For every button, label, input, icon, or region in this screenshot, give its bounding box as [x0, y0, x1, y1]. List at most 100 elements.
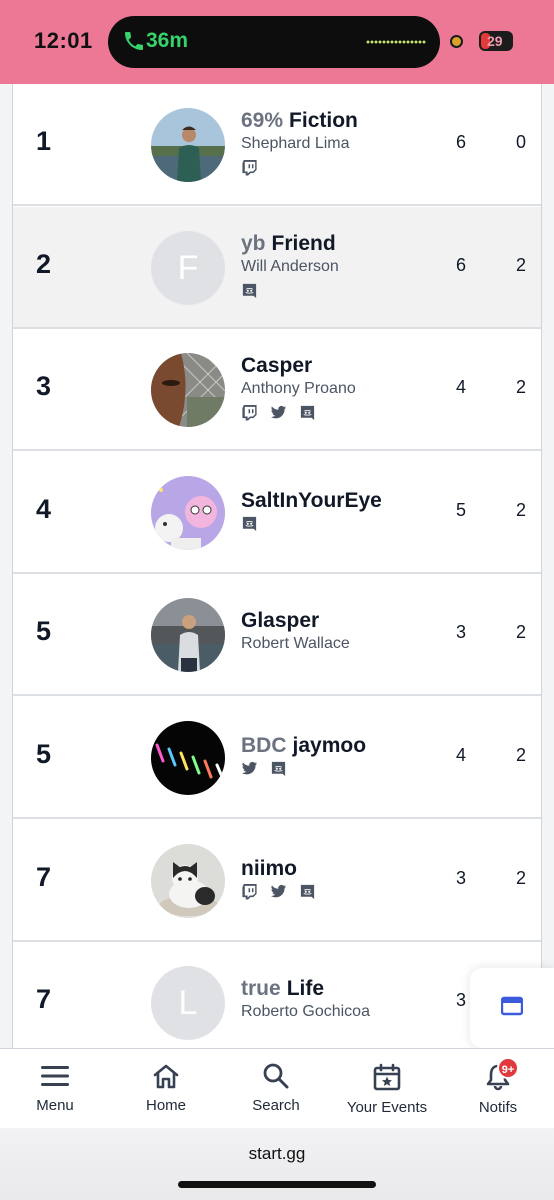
search-icon	[263, 1063, 289, 1089]
player-name[interactable]: yb Friend	[241, 232, 336, 256]
rank-number: 3	[36, 371, 52, 402]
avatar[interactable]: F	[151, 230, 225, 305]
social-links	[241, 404, 316, 422]
hamburger-icon	[41, 1066, 69, 1086]
avatar[interactable]	[151, 721, 225, 795]
phone-icon	[125, 32, 143, 50]
gamer-tag: niimo	[241, 856, 297, 880]
home-icon	[153, 1064, 179, 1089]
stat-wins: 3	[456, 990, 467, 1011]
gamer-tag: SaltInYourEye	[241, 488, 382, 512]
rank-number: 4	[36, 493, 52, 524]
nav-notifs[interactable]: 9+ Notifs	[468, 1049, 528, 1129]
audio-waveform-icon	[366, 39, 426, 45]
floating-panel-button[interactable]	[470, 968, 554, 1048]
stat-wins: 4	[456, 745, 467, 765]
stat-losses: 2	[516, 745, 527, 765]
social-links	[241, 883, 316, 901]
twitter-icon[interactable]	[270, 883, 287, 900]
nav-menu[interactable]: Menu	[18, 1049, 92, 1129]
avatar[interactable]	[151, 843, 225, 918]
browser-url-bar[interactable]: start.gg	[0, 1128, 554, 1200]
player-name[interactable]: Casper	[241, 354, 312, 378]
social-links	[241, 760, 287, 778]
standings-list[interactable]: 1 69% Fiction Shephard Lima 6 0 2 Fyb Friend Will…	[12, 84, 542, 1048]
rank-number: 2	[36, 248, 52, 279]
standing-row[interactable]: 2 Fyb Friend Will Anderson 6 2	[13, 206, 541, 329]
gamer-tag: Fiction	[289, 109, 358, 132]
discord-icon[interactable]	[241, 282, 258, 299]
rank-number: 7	[36, 861, 52, 892]
stat-wins: 3	[456, 622, 467, 643]
stat-wins: 4	[456, 377, 467, 398]
player-name[interactable]: niimo	[241, 857, 297, 881]
battery-level: 29	[487, 33, 503, 49]
avatar[interactable]	[151, 475, 225, 550]
standing-row[interactable]: 4 SaltInYourEye 5 2	[13, 451, 541, 574]
nav-search[interactable]: Search	[238, 1049, 314, 1129]
discord-icon[interactable]	[241, 515, 258, 532]
real-name: Shephard Lima	[241, 135, 350, 152]
stat-losses: 2	[516, 867, 527, 888]
player-name[interactable]: Glasper	[241, 609, 319, 633]
notification-badge: 9+	[497, 1057, 519, 1079]
standing-row[interactable]: 5 Glasper Robert Wallace 3 2	[13, 574, 541, 697]
standing-row[interactable]: 7 Ltrue Life Roberto Gochicoa 3	[13, 942, 541, 1048]
stat-losses: 0	[516, 132, 527, 152]
call-timer: 36m	[146, 29, 189, 52]
nav-label: Notifs	[478, 1099, 518, 1116]
gamer-tag: Casper	[241, 354, 313, 378]
status-bar: 12:01 36m 29	[0, 0, 554, 84]
real-name: Roberto Gochicoa	[241, 1003, 370, 1021]
sponsor-prefix: BDC	[241, 734, 287, 757]
rank-number: 5	[36, 739, 52, 769]
home-indicator[interactable]	[178, 1181, 376, 1188]
url-text: start.gg	[248, 1144, 306, 1163]
twitter-icon[interactable]	[270, 404, 287, 421]
nav-home[interactable]: Home	[128, 1049, 204, 1129]
player-name[interactable]: BDC jaymoo	[241, 734, 366, 758]
player-name[interactable]: SaltInYourEye	[241, 489, 382, 513]
twitter-icon[interactable]	[241, 760, 258, 777]
window-icon	[501, 996, 523, 1016]
stat-wins: 3	[456, 867, 467, 888]
discord-icon[interactable]	[270, 760, 287, 777]
twitch-icon[interactable]	[241, 159, 258, 176]
avatar[interactable]	[151, 353, 225, 428]
avatar-initial: L	[178, 984, 198, 1023]
standing-row[interactable]: 5 BDC jaymoo 4 2	[13, 697, 541, 819]
player-name[interactable]: true Life	[241, 977, 324, 1001]
standing-row[interactable]: 1 69% Fiction Shephard Lima 6 0	[13, 84, 541, 206]
rank-number: 1	[36, 126, 52, 156]
avatar[interactable]: L	[151, 966, 225, 1041]
real-name: Robert Wallace	[241, 635, 350, 653]
standing-row[interactable]: 7 niimo 3 2	[13, 819, 541, 942]
dynamic-island[interactable]: 36m	[108, 16, 440, 68]
social-links	[241, 159, 258, 177]
avatar-initial: F	[177, 248, 199, 287]
stat-losses: 2	[516, 377, 527, 398]
sponsor-prefix: yb	[241, 231, 266, 255]
discord-icon[interactable]	[299, 883, 316, 900]
nav-label: Search	[252, 1097, 300, 1114]
avatar[interactable]	[151, 108, 225, 182]
social-links	[241, 282, 258, 300]
sponsor-prefix: true	[241, 977, 281, 1001]
avatar[interactable]	[151, 598, 225, 673]
status-time: 12:01	[34, 28, 93, 53]
discord-icon[interactable]	[299, 404, 316, 421]
battery-icon: 29	[479, 31, 513, 51]
sponsor-prefix: 69%	[241, 109, 284, 132]
rank-number: 5	[36, 616, 52, 647]
twitch-icon[interactable]	[241, 883, 258, 900]
rank-number: 7	[36, 984, 52, 1015]
gamer-tag: jaymoo	[292, 734, 367, 757]
stat-losses: 2	[516, 622, 527, 643]
nav-your-events[interactable]: Your Events	[340, 1049, 434, 1129]
twitch-icon[interactable]	[241, 404, 258, 421]
nav-label: Menu	[36, 1097, 74, 1114]
nav-label: Home	[145, 1097, 186, 1114]
standing-row[interactable]: 3 Casper Anthony Proano 4 2	[13, 329, 541, 452]
player-name[interactable]: 69% Fiction	[241, 109, 358, 133]
stat-losses: 2	[516, 499, 527, 520]
